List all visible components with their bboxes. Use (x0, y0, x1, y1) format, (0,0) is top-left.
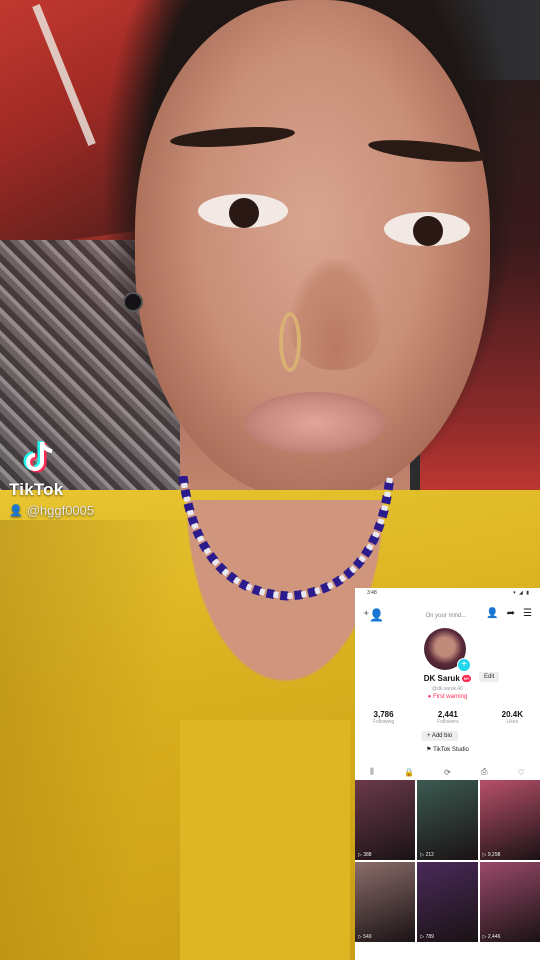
status-icons: ▾ ◢ ▮ (513, 590, 530, 596)
add-story-icon[interactable]: + (457, 658, 471, 672)
repost-icon[interactable]: ⟳ (444, 768, 451, 777)
stat-following[interactable]: 3,786 Following (373, 710, 394, 725)
stat-likes[interactable]: 20.4K Likes (502, 710, 523, 725)
video-thumbnail[interactable]: ▷ 789 (417, 862, 478, 942)
video-thumbnail[interactable]: ▷ 388 (355, 780, 416, 860)
status-time: 3:48 (367, 590, 377, 596)
watermark-handle-text: @hggf0005 (26, 503, 95, 518)
video-thumbnail[interactable]: ▷ 212 (417, 780, 478, 860)
edit-button[interactable]: Edit (479, 672, 500, 682)
profile-name-text: DK Saruk (423, 674, 460, 683)
stat-label: Likes (506, 719, 519, 725)
top-icons: 👤 ➦ ☰ (486, 608, 532, 619)
lips (245, 392, 385, 454)
lock-icon[interactable]: 🔒 (404, 768, 414, 777)
tiktok-logo-icon (23, 441, 53, 473)
earring (123, 292, 143, 312)
stat-value: 3,786 (373, 710, 394, 719)
add-bio-button[interactable]: + Add bio (421, 731, 459, 741)
right-eye (384, 212, 470, 246)
level-badge: N+ (462, 675, 472, 683)
video-grid: ▷ 388 ▷ 212 ▷ 9,298 ▷ 549 ▷ 789 ▷ 2,446 (355, 780, 540, 942)
studio-icon: ⚑ (426, 747, 432, 753)
stat-followers[interactable]: 2,441 Followers (437, 710, 458, 725)
profile-tabs: ⫼ 🔒 ⟳ ⎙ ♡ (355, 764, 540, 781)
grid-icon[interactable]: ⫼ (370, 767, 374, 777)
share-icon[interactable]: ➦ (507, 608, 515, 619)
profile-name: DK Saruk N+ (355, 674, 540, 683)
view-count: ▷ 9,298 (482, 852, 501, 858)
stat-value: 20.4K (501, 710, 523, 719)
profile-handle: @dk.saruk.40 (432, 686, 463, 692)
add-friend-icon[interactable]: ⁺👤 (363, 608, 384, 622)
studio-label: TikTok Studio (433, 747, 469, 753)
bead-necklace (178, 476, 395, 601)
warning-notice[interactable]: ● First warning (355, 694, 540, 700)
liked-icon[interactable]: ♡ (518, 768, 525, 777)
video-thumbnail[interactable]: ▷ 9,298 (479, 780, 540, 860)
tiktok-studio-link[interactable]: ⚑ TikTok Studio (355, 746, 540, 753)
view-count: ▷ 212 (420, 852, 434, 858)
profile-screenshot: 3:48 ▾ ◢ ▮ ⁺👤 On your mind... 👤 ➦ ☰ + DK… (355, 588, 540, 960)
menu-icon[interactable]: ☰ (523, 608, 532, 619)
stat-label: Followers (437, 719, 459, 725)
video-thumbnail[interactable]: ▷ 2,446 (479, 862, 540, 942)
inner-shirt (180, 720, 350, 960)
saved-icon[interactable]: ⎙ (481, 767, 487, 777)
view-count: ▷ 549 (358, 934, 372, 940)
user-icon: 👤 (9, 505, 23, 517)
stat-value: 2,441 (437, 710, 458, 719)
watermark-brand: TikTok (9, 480, 64, 499)
profile-stats: 3,786 Following 2,441 Followers 20.4K Li… (373, 710, 523, 725)
view-count: ▷ 789 (420, 934, 434, 940)
status-prompt[interactable]: On your mind... (423, 612, 469, 620)
view-count: ▷ 2,446 (482, 934, 501, 940)
video-thumbnail[interactable]: ▷ 549 (355, 862, 416, 942)
nose-ring (279, 312, 301, 372)
left-eye (198, 194, 288, 228)
stat-label: Following (373, 719, 395, 725)
nose (288, 260, 383, 370)
warning-text: First warning (432, 694, 468, 700)
view-count: ▷ 388 (358, 852, 372, 858)
creator-icon[interactable]: 👤 (486, 608, 498, 619)
status-bar: 3:48 ▾ ◢ ▮ (355, 588, 540, 598)
watermark-handle: 👤 @hggf0005 (9, 503, 94, 518)
